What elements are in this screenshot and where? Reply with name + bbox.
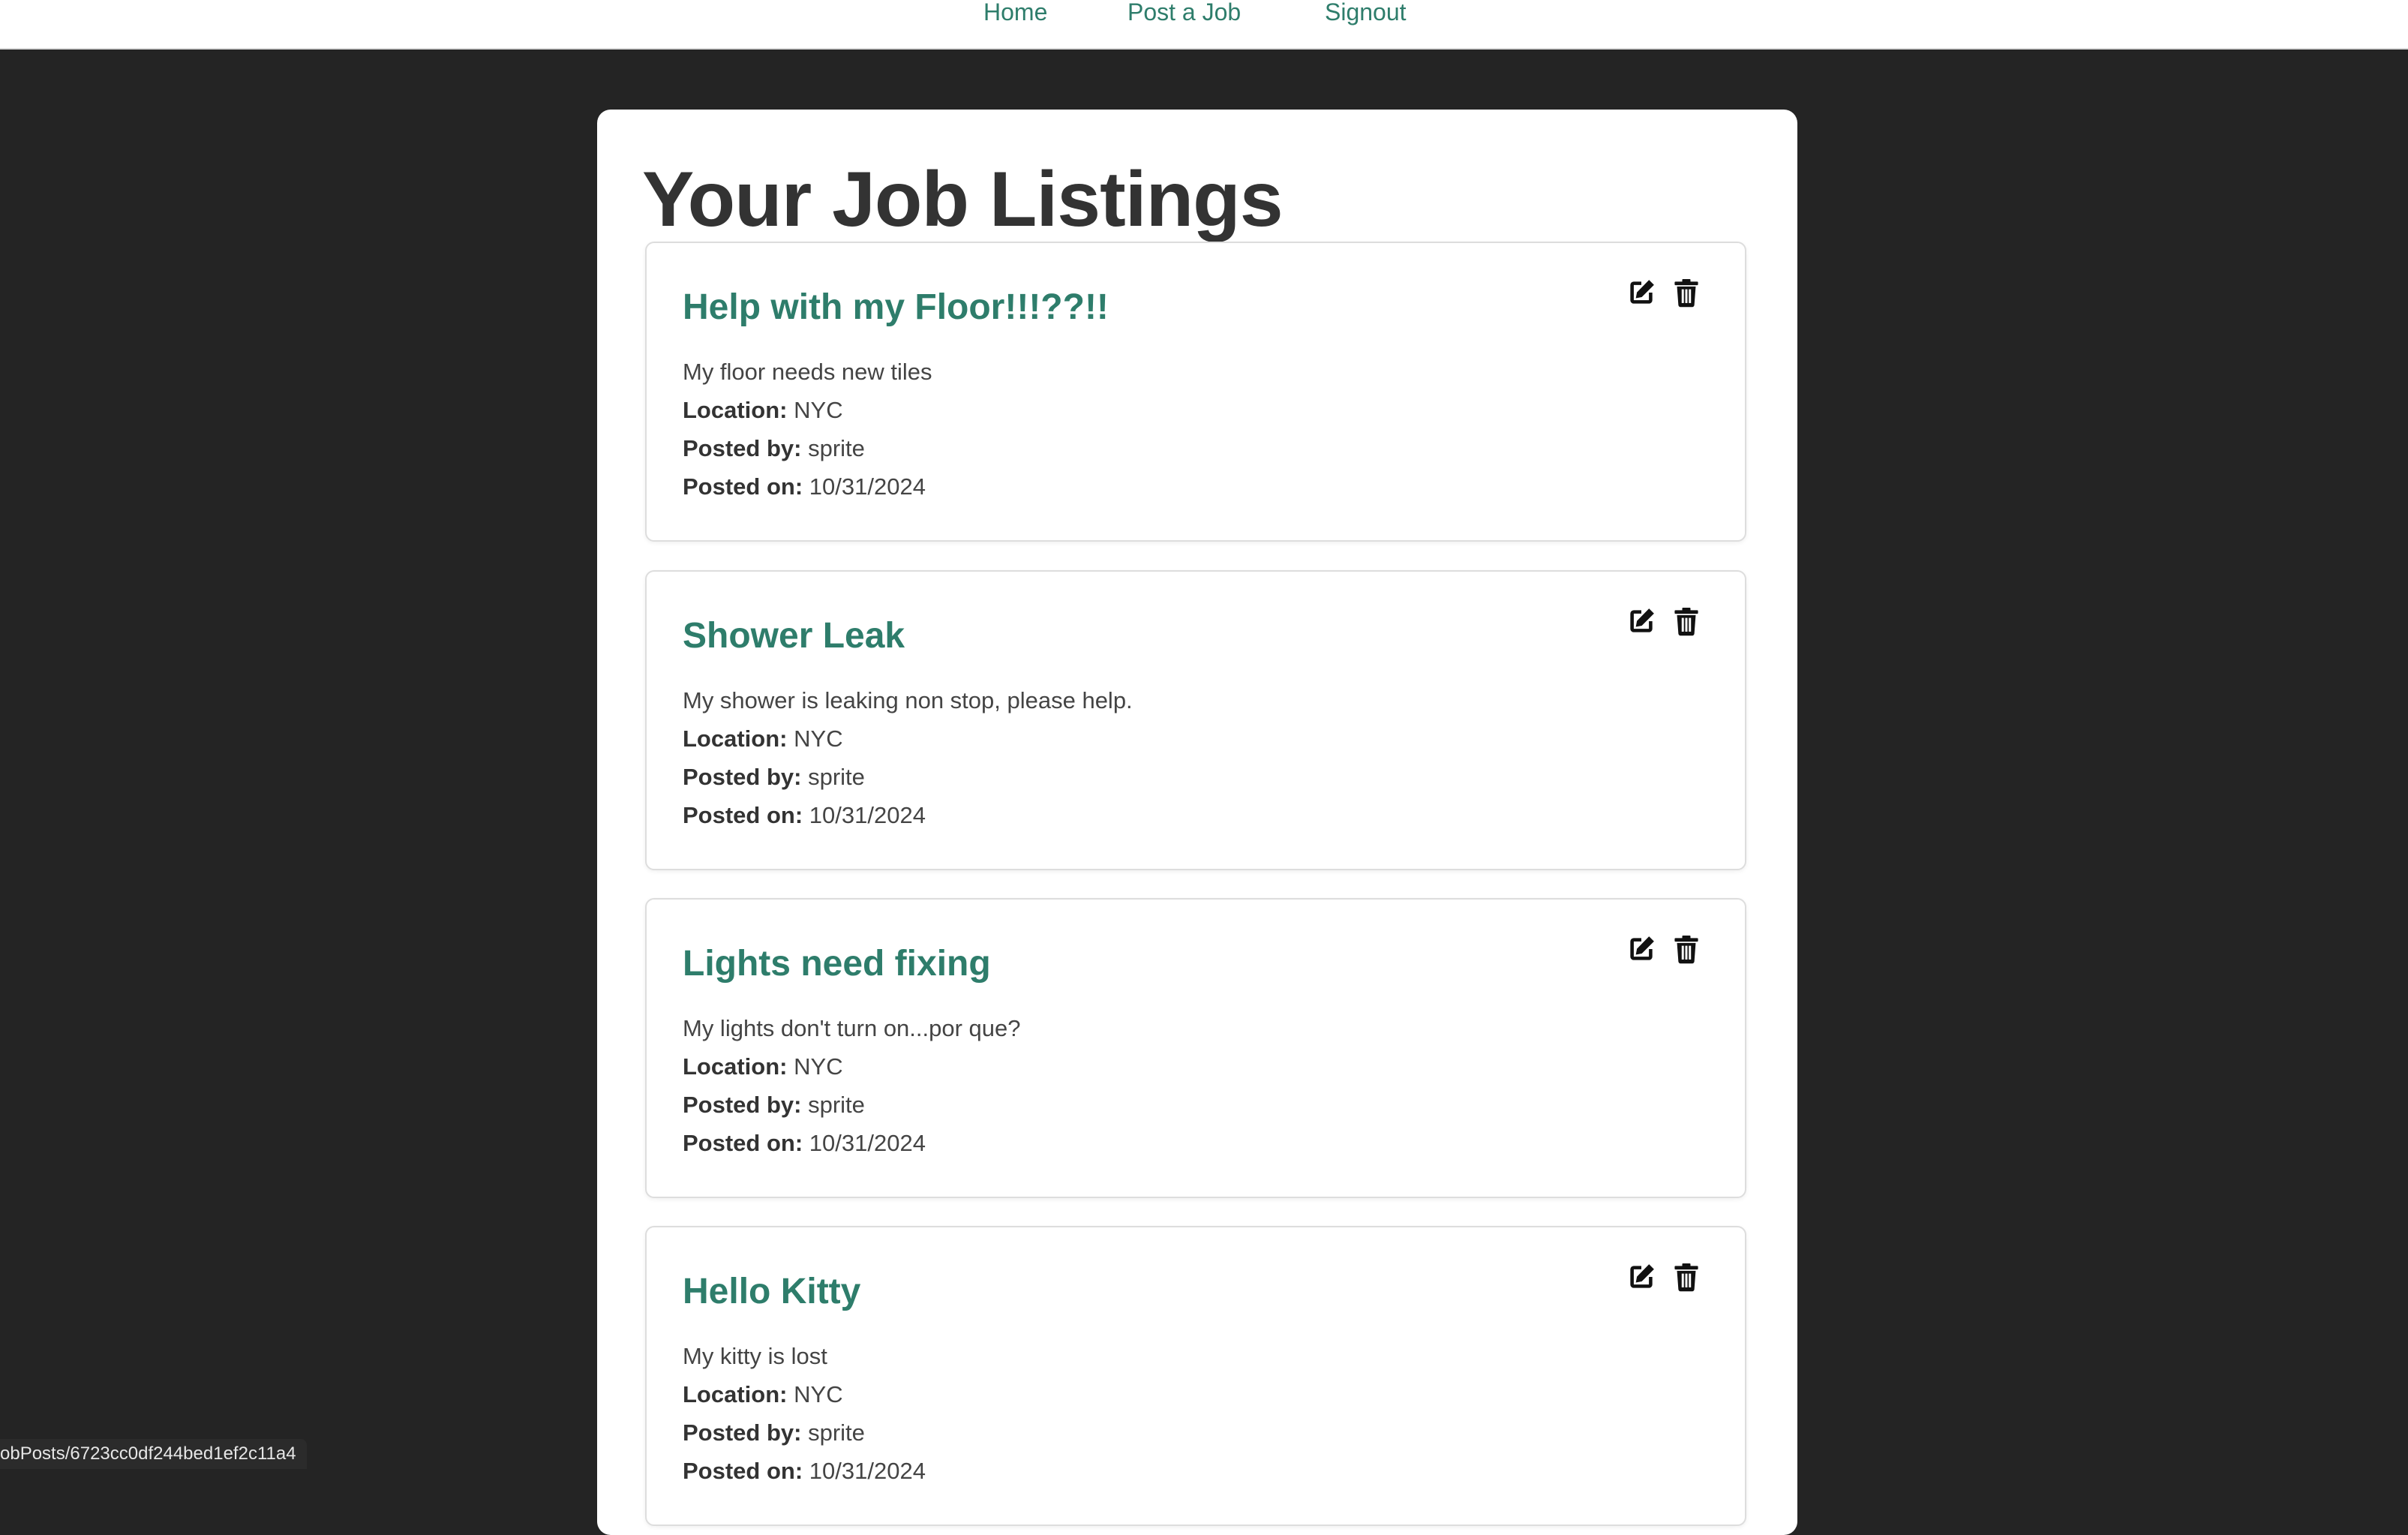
location-value: NYC [794, 1381, 843, 1407]
location-label: Location: [683, 397, 788, 423]
job-date: Posted on: 10/31/2024 [683, 1128, 926, 1158]
edit-icon[interactable] [1625, 276, 1658, 309]
job-actions [1625, 276, 1703, 309]
posted-on-label: Posted on: [683, 1130, 803, 1156]
listings-panel: Your Job Listings Help with my Floor!!!?… [597, 110, 1797, 1535]
posted-by-value: sprite [808, 435, 865, 461]
location-label: Location: [683, 1381, 788, 1407]
posted-on-label: Posted on: [683, 802, 803, 828]
trash-icon[interactable] [1670, 605, 1703, 638]
location-value: NYC [794, 1053, 843, 1080]
page-title: Your Job Listings [642, 156, 1284, 243]
posted-on-value: 10/31/2024 [809, 802, 926, 828]
posted-by-value: sprite [808, 1092, 865, 1118]
posted-by-label: Posted by: [683, 764, 802, 790]
posted-by-value: sprite [808, 1419, 865, 1446]
job-actions [1625, 605, 1703, 638]
location-label: Location: [683, 1053, 788, 1080]
job-description: My kitty is lost [683, 1343, 827, 1369]
edit-icon[interactable] [1625, 1260, 1658, 1293]
job-poster: Posted by: sprite [683, 1418, 865, 1448]
job-card: Shower Leak My shower is leaking non sto… [645, 570, 1746, 870]
job-description: My shower is leaking non stop, please he… [683, 687, 1133, 713]
top-navigation: Home Post a Job Signout [0, 0, 2408, 50]
posted-by-label: Posted by: [683, 1092, 802, 1118]
posted-on-label: Posted on: [683, 1458, 803, 1484]
trash-icon[interactable] [1670, 276, 1703, 309]
location-value: NYC [794, 397, 843, 423]
job-actions [1625, 933, 1703, 966]
job-actions [1625, 1260, 1703, 1293]
job-poster: Posted by: sprite [683, 434, 865, 464]
posted-by-label: Posted by: [683, 1419, 802, 1446]
posted-on-value: 10/31/2024 [809, 1458, 926, 1484]
job-description: My lights don't turn on...por que? [683, 1015, 1021, 1041]
nav-signout-link[interactable]: Signout [1325, 0, 1407, 27]
trash-icon[interactable] [1670, 1260, 1703, 1293]
job-poster: Posted by: sprite [683, 762, 865, 792]
job-location: Location: NYC [683, 724, 843, 754]
location-label: Location: [683, 725, 788, 752]
job-title: Help with my Floor!!!??!! [683, 287, 1109, 327]
nav-post-job-link[interactable]: Post a Job [1127, 0, 1241, 27]
posted-by-value: sprite [808, 764, 865, 790]
edit-icon[interactable] [1625, 605, 1658, 638]
edit-icon[interactable] [1625, 933, 1658, 966]
job-location: Location: NYC [683, 1380, 843, 1410]
posted-by-label: Posted by: [683, 435, 802, 461]
job-location: Location: NYC [683, 395, 843, 425]
job-location: Location: NYC [683, 1052, 843, 1082]
job-poster: Posted by: sprite [683, 1090, 865, 1120]
status-bar-url: obPosts/6723cc0df244bed1ef2c11a4 [0, 1439, 307, 1469]
job-date: Posted on: 10/31/2024 [683, 801, 926, 831]
job-card: Hello Kitty My kitty is lost Location: N… [645, 1226, 1746, 1526]
job-description: My floor needs new tiles [683, 359, 932, 385]
job-card: Help with my Floor!!!??!! My floor needs… [645, 242, 1746, 542]
job-title: Lights need fixing [683, 944, 991, 984]
location-value: NYC [794, 725, 843, 752]
trash-icon[interactable] [1670, 933, 1703, 966]
posted-on-label: Posted on: [683, 473, 803, 500]
job-date: Posted on: 10/31/2024 [683, 1456, 926, 1486]
posted-on-value: 10/31/2024 [809, 473, 926, 500]
posted-on-value: 10/31/2024 [809, 1130, 926, 1156]
job-title: Hello Kitty [683, 1272, 861, 1311]
job-date: Posted on: 10/31/2024 [683, 472, 926, 502]
job-card: Lights need fixing My lights don't turn … [645, 898, 1746, 1198]
job-title: Shower Leak [683, 616, 905, 656]
nav-home-link[interactable]: Home [983, 0, 1047, 27]
